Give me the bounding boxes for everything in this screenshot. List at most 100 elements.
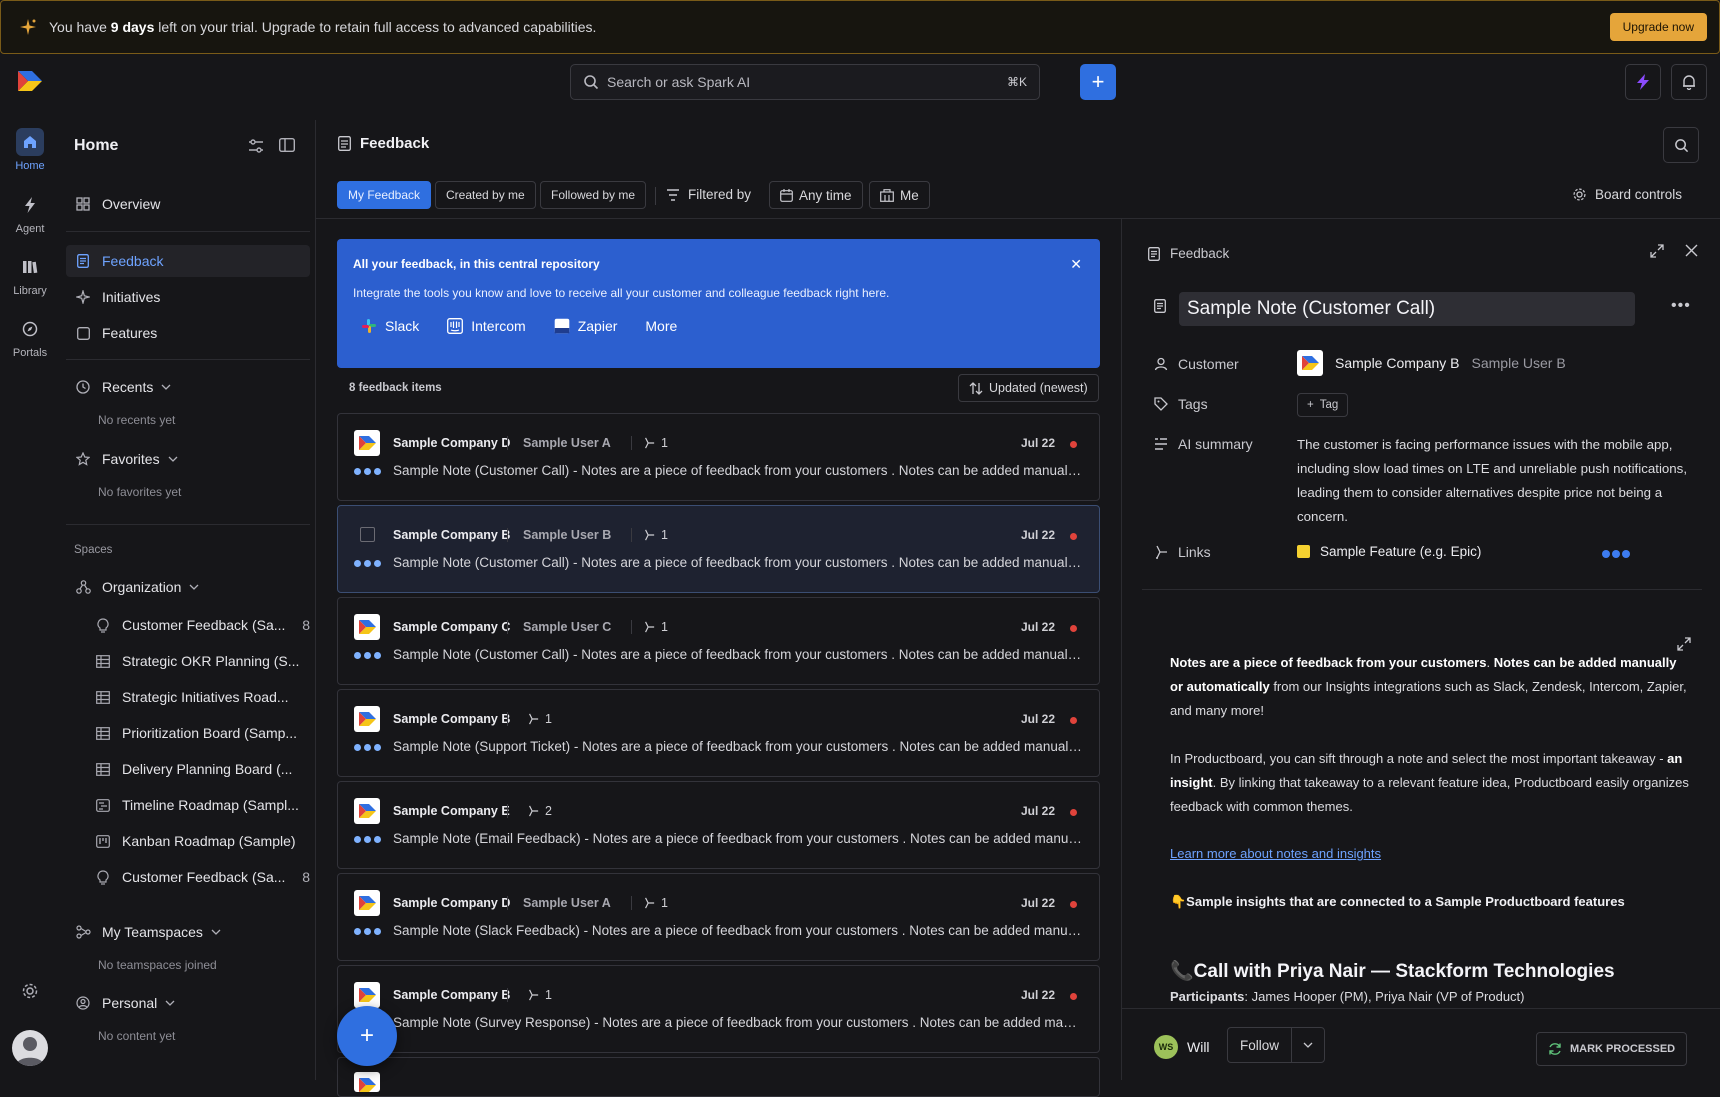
board-controls-button[interactable]: Board controls (1572, 187, 1682, 202)
row-date: Jul 22 (1020, 436, 1055, 450)
board-controls-label: Board controls (1595, 187, 1683, 202)
add-tag-button[interactable]: + Tag (1297, 393, 1349, 417)
learn-more-link[interactable]: Learn more about notes and insights (1170, 846, 1381, 861)
info-subtitle: Integrate the tools you know and love to… (353, 286, 890, 300)
collapse-sidebar-icon[interactable] (279, 138, 295, 152)
sidebar-item-feedback[interactable]: Feedback (66, 245, 310, 277)
divider (507, 620, 508, 634)
table-row[interactable]: Sample Company B 1 Jul 22 Sample Note (Surv… (337, 965, 1100, 1053)
space-prioritization-board[interactable]: Prioritization Board (Samp... (94, 717, 310, 749)
close-panel-icon[interactable] (1685, 244, 1698, 257)
recents-section-toggle[interactable]: Recents (74, 371, 171, 403)
follow-button[interactable]: Follow (1228, 1038, 1291, 1053)
filtered-by-button[interactable]: Filtered by (666, 187, 751, 202)
space-delivery-planning[interactable]: Delivery Planning Board (... (94, 753, 310, 785)
rail-agent-label: Agent (15, 223, 45, 235)
intercom-integration-button[interactable]: Intercom (439, 314, 533, 338)
plus-icon: + (1307, 399, 1314, 411)
notifications-button[interactable] (1671, 64, 1707, 100)
assignee-avatar[interactable]: WS (1154, 1035, 1178, 1059)
link-branch-icon (527, 989, 539, 1001)
relevance-dots-icon (1602, 550, 1630, 558)
kanban-icon (94, 834, 112, 848)
upgrade-now-button[interactable]: Upgrade now (1609, 13, 1707, 41)
space-timeline-roadmap[interactable]: Timeline Roadmap (Sampl... (94, 789, 310, 821)
space-label: Strategic OKR Planning (S... (122, 653, 300, 669)
add-feedback-fab[interactable]: + (337, 1006, 397, 1066)
table-row[interactable]: Sample Company C Sample User C 1 Jul 22 Samp… (337, 597, 1100, 685)
tab-created-by-me[interactable]: Created by me (435, 181, 536, 209)
unprocessed-status-dot (1070, 625, 1077, 632)
row-company: Sample Company B (393, 712, 511, 726)
chevron-down-icon[interactable] (1292, 1042, 1324, 1048)
rail-agent[interactable]: Agent (0, 191, 60, 235)
space-strategic-initiatives[interactable]: Strategic Initiatives Road... (94, 681, 310, 713)
global-search[interactable]: Search or ask Spark AI ⌘K (570, 64, 1040, 100)
refresh-icon (1548, 1042, 1562, 1056)
more-integrations-button[interactable]: More (637, 314, 685, 338)
personal-section-toggle[interactable]: Personal (74, 987, 175, 1019)
linked-feature[interactable]: Sample Feature (e.g. Epic) (1297, 544, 1481, 559)
note-title-input[interactable]: Sample Note (Customer Call) (1179, 292, 1635, 326)
customer-value[interactable]: Sample Company B Sample User B (1297, 350, 1566, 376)
divider (507, 712, 508, 726)
table-row-partial[interactable] (337, 1057, 1100, 1097)
close-icon[interactable]: ✕ (1070, 256, 1082, 273)
user-avatar[interactable] (12, 1030, 48, 1066)
space-strategic-okr[interactable]: Strategic OKR Planning (S... (94, 645, 310, 677)
teamspaces-section-toggle[interactable]: My Teamspaces (74, 916, 221, 948)
table-row[interactable]: Sample Company B Sample User B 1 Jul 22 Samp… (337, 505, 1100, 593)
space-kanban-roadmap[interactable]: Kanban Roadmap (Sample) (94, 825, 310, 857)
sidebar-filter-icon[interactable] (248, 138, 264, 154)
ai-summary-label: AI summary (1178, 436, 1253, 452)
rail-home[interactable]: Home (0, 128, 60, 172)
create-button[interactable]: + (1080, 64, 1116, 100)
table-row[interactable]: Sample Company D Sample User A 1 Jul 22 Samp… (337, 873, 1100, 961)
app-logo[interactable] (18, 71, 42, 91)
note-paragraph-2: In Productboard, you can sift through a … (1170, 751, 1689, 814)
me-filter[interactable]: Me (869, 181, 930, 209)
any-time-filter[interactable]: Any time (769, 181, 863, 209)
tab-my-feedback[interactable]: My Feedback (337, 181, 432, 209)
more-options-icon[interactable]: ••• (1671, 297, 1691, 315)
organization-section-toggle[interactable]: Organization (74, 571, 199, 603)
sidebar-item-overview[interactable]: Overview (74, 188, 160, 220)
mark-processed-button[interactable]: MARK PROCESSED (1536, 1032, 1688, 1066)
board-search-button[interactable] (1663, 127, 1699, 163)
star-icon (74, 452, 92, 466)
zapier-integration-button[interactable]: Zapier (546, 314, 626, 338)
expand-note-icon[interactable] (1677, 637, 1691, 651)
rail-home-label: Home (15, 160, 45, 172)
sidebar-item-features[interactable]: Features (74, 317, 157, 349)
sidebar-item-initiatives[interactable]: Initiatives (74, 281, 160, 313)
favorites-section-toggle[interactable]: Favorites (74, 443, 178, 475)
assignee-name[interactable]: Will (1187, 1039, 1210, 1055)
recents-empty: No recents yet (98, 413, 176, 427)
tab-followed-by-me[interactable]: Followed by me (540, 181, 647, 209)
table-row[interactable]: Sample Company E 2 Jul 22 Sample Note (Emai… (337, 781, 1100, 869)
space-label: Customer Feedback (Sa... (122, 617, 286, 633)
space-customer-feedback[interactable]: Customer Feedback (Sa... 8 (94, 609, 310, 641)
rail-library[interactable]: Library (0, 253, 60, 297)
rail-portals[interactable]: Portals (0, 315, 60, 359)
space-customer-feedback-2[interactable]: Customer Feedback (Sa... 8 (94, 861, 310, 893)
link-branch-icon (643, 437, 655, 449)
table-row[interactable]: Sample Company D Sample User A 1 Jul 22 Samp… (337, 413, 1100, 501)
customer-company: Sample Company B (1335, 355, 1460, 371)
space-label: Delivery Planning Board (... (122, 761, 293, 777)
space-label: Customer Feedback (Sa... (122, 869, 286, 885)
slack-integration-button[interactable]: Slack (353, 314, 427, 338)
customer-user: Sample User B (1471, 355, 1566, 371)
settings-gear-icon[interactable] (21, 982, 39, 1000)
square-icon (74, 326, 92, 340)
table-row[interactable]: Sample Company B 1 Jul 22 Sample Note (Supp… (337, 689, 1100, 777)
feature-color-icon (1297, 545, 1310, 558)
expand-icon[interactable] (1650, 244, 1664, 258)
follow-split-button[interactable]: Follow (1227, 1027, 1326, 1063)
page-title: Feedback (360, 135, 430, 152)
row-insights: 1 (643, 436, 668, 450)
sort-dropdown[interactable]: Updated (newest) (958, 374, 1099, 402)
row-checkbox[interactable] (360, 527, 375, 542)
divider (1142, 589, 1702, 590)
spark-ai-button[interactable] (1625, 64, 1661, 100)
